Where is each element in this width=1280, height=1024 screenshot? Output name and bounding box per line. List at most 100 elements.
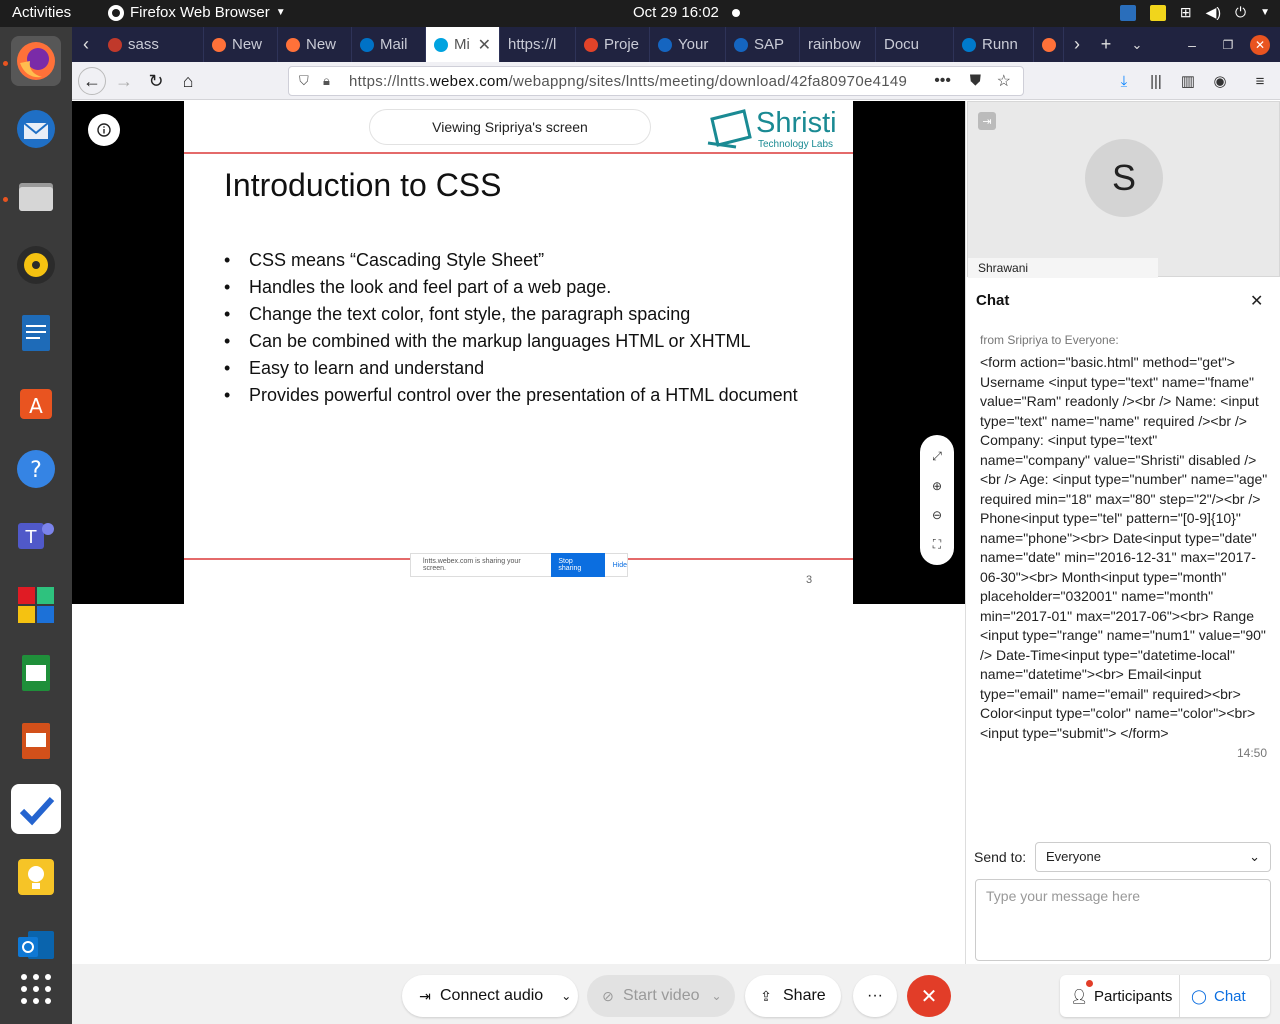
browser-tab[interactable]: Mail [352, 27, 426, 62]
browser-tab[interactable]: https://l [500, 27, 576, 62]
browser-tab[interactable]: New [204, 27, 278, 62]
start-video-label: Start video [623, 987, 700, 1004]
browser-tab[interactable]: Mi ✕ [426, 27, 500, 62]
todo-icon[interactable] [11, 784, 61, 834]
share-button[interactable]: ⇪ Share [745, 975, 841, 1017]
sidebar-icon[interactable]: ▥ [1178, 71, 1198, 91]
tabs-scroll-right-icon[interactable]: › [1064, 27, 1090, 62]
notes-indicator-icon[interactable] [1149, 4, 1166, 21]
tabs-scroll-left-icon[interactable]: ‹ [72, 27, 100, 62]
shield-icon[interactable]: ⛉ [299, 73, 309, 89]
close-icon[interactable]: ✕ [1250, 291, 1263, 311]
chat-message-time: 14:50 [1237, 746, 1268, 760]
firefox-app-icon [108, 4, 124, 21]
send-to-select[interactable]: Everyone ⌄ [1035, 842, 1271, 872]
back-button[interactable]: ← [78, 67, 106, 95]
chat-button[interactable]: ◯ Chat [1180, 975, 1246, 1017]
list-all-tabs-icon[interactable]: ⌄ [1122, 27, 1152, 62]
calc-icon[interactable] [11, 648, 61, 698]
app-menu[interactable]: Firefox Web Browser ▼ [108, 4, 286, 21]
bookmark-star-icon[interactable]: ☆ [997, 71, 1011, 91]
teams-icon[interactable]: T [11, 512, 61, 562]
tab-close-icon[interactable]: ✕ [478, 35, 491, 55]
chevron-down-icon[interactable]: ▼ [1260, 7, 1270, 18]
pocket-icon[interactable]: ⛊ [970, 72, 981, 89]
leave-meeting-button[interactable]: ✕ [907, 975, 951, 1017]
shared-screen-stage: Viewing Sripriya's screen Shristi Techno… [72, 101, 965, 604]
info-button[interactable] [88, 114, 120, 146]
url-text[interactable]: https://lntts.webex.com/webappng/sites/l… [349, 73, 939, 90]
tab-label: rainbow [808, 36, 861, 53]
library-icon[interactable]: ||| [1146, 71, 1166, 91]
outlook-icon[interactable] [11, 920, 61, 970]
sharing-banner-text: lntts.webex.com is sharing your screen. [423, 558, 521, 572]
vpn-indicator-icon[interactable] [1119, 4, 1136, 21]
start-video-button[interactable]: ⊘ Start video ⌄ [587, 975, 735, 1017]
browser-tab[interactable]: Proje [576, 27, 650, 62]
power-icon[interactable]: ⏻ [1235, 4, 1246, 21]
show-apps-icon[interactable] [11, 964, 61, 1014]
chat-message-input[interactable]: Type your message here [975, 879, 1271, 961]
network-icon[interactable]: ⊞ [1180, 4, 1192, 21]
writer-icon[interactable] [11, 308, 61, 358]
stop-sharing-button[interactable]: Stop sharing [551, 553, 605, 577]
tab-label: Mail [380, 36, 408, 53]
participants-button[interactable]: 👤︎ Participants [1060, 975, 1180, 1017]
connect-audio-button[interactable]: ⇥ Connect audio ⌄ [402, 975, 578, 1017]
restore-icon[interactable]: ❐ [1212, 27, 1244, 62]
firefox-icon[interactable] [11, 36, 61, 86]
laptop-logo-icon [707, 109, 752, 149]
browser-tab[interactable]: Docu [876, 27, 954, 62]
browser-tab[interactable]: New [278, 27, 352, 62]
participant-video-tile[interactable]: ⇥ S Shrawani [967, 101, 1280, 278]
browser-tab[interactable]: Your [650, 27, 726, 62]
panel-toggle-group: 👤︎ Participants ◯ Chat [1060, 975, 1270, 1017]
ideas-icon[interactable] [11, 852, 61, 902]
chat-message-body: <form action="basic.html" method="get"> … [980, 354, 1268, 741]
collapse-panel-icon[interactable]: ⇥ [978, 112, 996, 130]
reload-button[interactable]: ↻ [142, 67, 170, 95]
hide-banner-button[interactable]: Hide [613, 562, 627, 569]
browser-tab[interactable]: sass [100, 27, 204, 62]
browser-tab[interactable]: SAP [726, 27, 800, 62]
share-label: Share [783, 987, 826, 1004]
presentation-slide: Viewing Sripriya's screen Shristi Techno… [184, 101, 853, 604]
lock-icon[interactable]: 🔒︎ [323, 73, 330, 89]
notification-dot-icon [732, 9, 740, 17]
volume-icon[interactable]: ◀) [1206, 4, 1221, 21]
forward-button[interactable]: → [110, 67, 138, 95]
zoom-in-icon[interactable]: ⊕ [932, 479, 942, 493]
window-close-icon[interactable]: ✕ [1244, 27, 1276, 62]
downloads-icon[interactable]: ⤓ [1114, 71, 1134, 91]
zoom-out-icon[interactable]: ⊖ [932, 508, 942, 522]
tab-label: New [232, 36, 263, 53]
impress-icon[interactable] [11, 716, 61, 766]
browser-tab-bar: ‹ sass New New Mail Mi ✕ https://l Proje Your SAP… [72, 27, 1280, 62]
help-icon[interactable]: ? [11, 444, 61, 494]
menu-icon[interactable]: ≡ [1250, 71, 1270, 91]
viewing-indicator: Viewing Sripriya's screen [369, 109, 651, 145]
url-bar[interactable]: ⛉ 🔒︎ https://lntts.webex.com/webappng/si… [288, 66, 1024, 96]
expand-icon[interactable]: ⤢ [932, 449, 942, 464]
browser-tab[interactable]: Runn [954, 27, 1034, 62]
new-tab-button[interactable]: + [1090, 27, 1122, 62]
files-icon[interactable] [11, 172, 61, 222]
thunderbird-icon[interactable] [11, 104, 61, 154]
chevron-down-icon[interactable]: ⌄ [561, 989, 571, 1003]
clock[interactable]: Oct 29 16:02 [633, 4, 719, 21]
page-actions-icon[interactable]: ••• [934, 72, 951, 90]
minimize-icon[interactable]: – [1172, 27, 1212, 62]
app-grid-colored-icon[interactable] [11, 580, 61, 630]
rhythmbox-icon[interactable] [11, 240, 61, 290]
chevron-down-icon[interactable]: ⌄ [711, 989, 721, 1003]
system-tray[interactable]: ⊞ ◀) ⏻ ▼ [1119, 4, 1270, 21]
home-button[interactable]: ⌂ [174, 67, 202, 95]
activities-button[interactable]: Activities [12, 4, 71, 21]
browser-tab[interactable]: rainbow [800, 27, 876, 62]
account-icon[interactable]: ◉ [1210, 71, 1230, 91]
browser-tab[interactable]: N [1034, 27, 1064, 62]
fit-screen-icon[interactable]: ⛶ [933, 537, 941, 552]
software-center-icon[interactable]: A [11, 376, 61, 426]
more-options-button[interactable]: ··· [853, 975, 897, 1017]
tab-favicon-icon [584, 37, 598, 52]
